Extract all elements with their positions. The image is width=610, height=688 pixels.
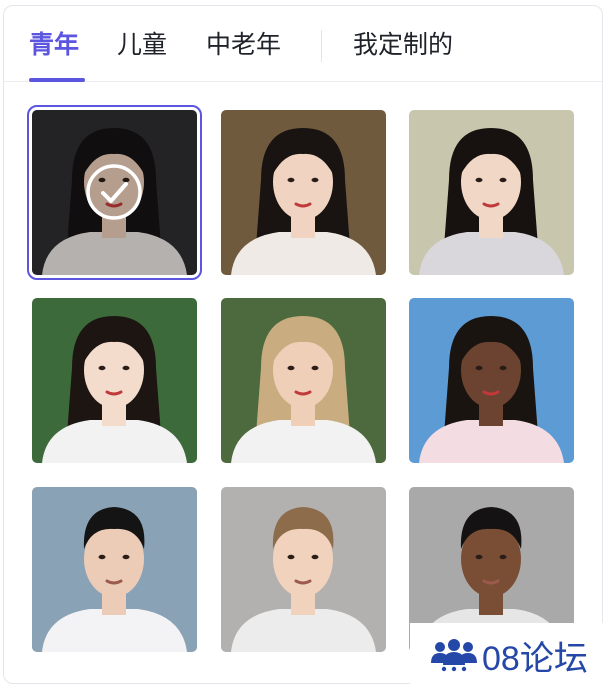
avatar-option-young-man-short-hair[interactable]	[32, 487, 197, 652]
avatar-option-young-woman-dark-braids[interactable]	[409, 298, 574, 463]
tab-divider	[321, 30, 322, 62]
watermark-text: 08论坛	[482, 640, 588, 678]
watermark: 08论坛	[410, 623, 610, 688]
portrait-image	[221, 298, 386, 463]
portrait-image	[409, 110, 574, 275]
tab-my-custom[interactable]: 我定制的	[353, 28, 453, 62]
tab-elderly[interactable]: 中老年	[206, 28, 281, 62]
portrait-image	[32, 487, 197, 652]
portrait-image	[221, 110, 386, 275]
tab-bar: 青年 儿童 中老年 我定制的	[4, 6, 602, 82]
avatar-option-young-woman-short-bob[interactable]	[221, 110, 386, 275]
checkmark-icon	[86, 164, 142, 220]
avatar-option-young-man-blonde[interactable]	[221, 487, 386, 652]
community-icon	[431, 638, 477, 671]
active-tab-indicator	[29, 78, 85, 82]
avatar-option-young-woman-long-black-hair[interactable]	[27, 105, 202, 280]
tab-youth[interactable]: 青年	[29, 28, 79, 62]
portrait-image	[409, 298, 574, 463]
avatar-option-young-woman-blonde-bob[interactable]	[221, 298, 386, 463]
tab-children[interactable]: 儿童	[117, 28, 167, 62]
avatar-option-young-woman-red-lips[interactable]	[32, 298, 197, 463]
portrait-image	[221, 487, 386, 652]
avatar-option-young-woman-braids[interactable]	[409, 110, 574, 275]
portrait-image	[32, 298, 197, 463]
